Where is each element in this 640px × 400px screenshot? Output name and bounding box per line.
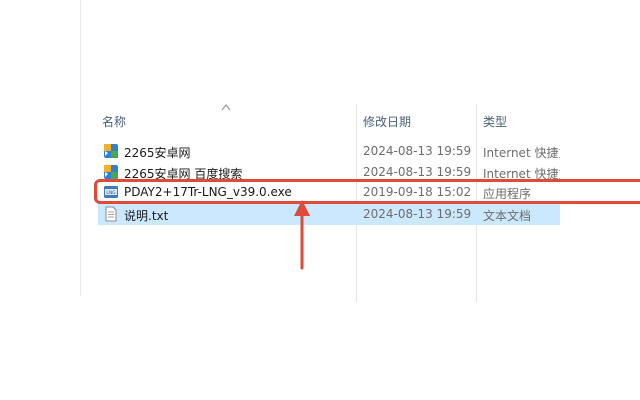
file-type: 文本文档 [483,209,532,223]
file-type: Internet 快捷方式 [483,146,560,160]
file-date: 2024-08-13 19:59 [363,207,472,221]
file-name: 2265安卓网 [124,146,191,160]
annotation-arrow-icon [294,200,310,270]
sort-ascending-icon[interactable] [220,102,232,112]
file-date: 2024-08-13 19:59 [363,144,472,158]
column-header-name[interactable]: 名称 [102,113,126,130]
file-row[interactable]: 2265安卓网 2024-08-13 19:59 Internet 快捷方式 [98,140,560,162]
text-file-icon [105,206,117,222]
column-header-type[interactable]: 类型 [483,113,507,130]
file-date: 2024-08-13 19:59 [363,165,472,179]
internet-shortcut-icon [104,144,118,158]
file-name: 说明.txt [124,209,169,223]
file-row[interactable]: 说明.txt 2024-08-13 19:59 文本文档 [98,203,560,225]
annotation-highlight-box [94,179,640,204]
internet-shortcut-icon [104,165,118,179]
column-header-date[interactable]: 修改日期 [363,113,411,130]
